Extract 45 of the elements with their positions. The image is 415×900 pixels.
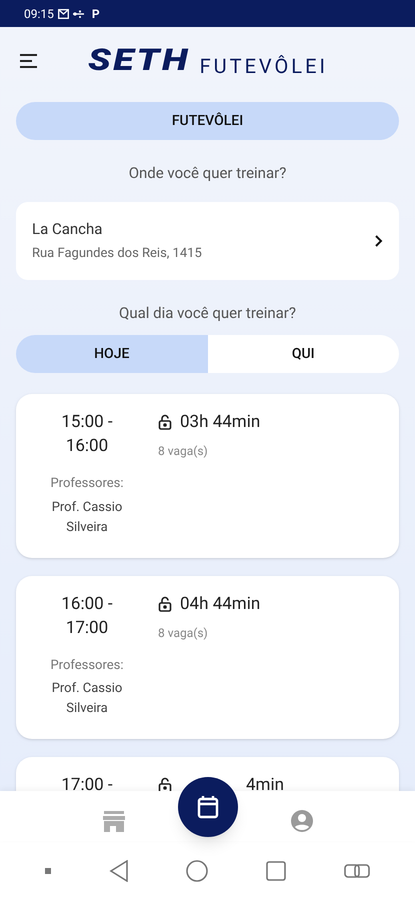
time-range: 16:00 - 17:00 <box>60 592 114 640</box>
logo-subtitle: FUTEVÔLEI <box>200 56 328 76</box>
teachers-label: Professores: <box>50 475 124 493</box>
home-icon <box>186 860 208 882</box>
status-time: 09:15 <box>24 6 54 22</box>
location-prompt: Onde você quer treinar? <box>128 163 288 184</box>
location-card[interactable]: La Cancha Rua Fagundes dos Reis, 1415 <box>16 202 399 280</box>
back-icon <box>108 860 129 882</box>
lock-icon <box>158 414 172 430</box>
teacher-name: Prof. Cassio Silveira <box>50 498 124 536</box>
user-icon <box>290 809 314 833</box>
chevron-right-icon <box>375 234 383 246</box>
time-range: 15:00 - 16:00 <box>60 411 114 458</box>
status-app-letter: P <box>92 6 100 22</box>
location-name: La Cancha <box>32 218 104 240</box>
mail-icon <box>58 8 69 18</box>
switch-app-icon <box>344 862 370 880</box>
lock-icon <box>158 777 172 791</box>
logo-title: SETH <box>88 46 190 76</box>
lock-icon <box>158 596 172 612</box>
countdown: 03h 44min <box>180 411 260 434</box>
menu-icon <box>20 54 40 68</box>
recents-button[interactable] <box>266 860 286 880</box>
countdown: 4min <box>246 774 284 791</box>
calendar-icon <box>196 795 218 819</box>
switch-app-button[interactable] <box>344 862 370 880</box>
store-icon <box>102 811 126 833</box>
teacher-name: Prof. Cassio Silveira <box>50 680 124 718</box>
back-button[interactable] <box>108 860 129 882</box>
spots-available: 8 vaga(s) <box>158 624 209 642</box>
countdown: 04h 44min <box>180 592 260 616</box>
day-prompt: Qual dia você quer treinar? <box>118 302 297 324</box>
day-tab[interactable]: QUI <box>208 335 399 373</box>
class-card[interactable]: 15:00 - 16:00 Professores: Prof. Cassio Silveira 03h 44min 8 vaga(s) <box>16 394 399 558</box>
spots-available: 8 vaga(s) <box>158 443 209 460</box>
sport-button[interactable]: FUTEVÔLEI <box>16 102 399 140</box>
time-range: 17:00 - <box>60 774 114 791</box>
class-card[interactable]: 16:00 - 17:00 Professores: Prof. Cassio Silveira 04h 44min 8 vaga(s) <box>16 576 399 739</box>
usb-icon <box>72 10 84 18</box>
class-card[interactable]: 17:00 - 4min <box>16 757 399 791</box>
home-button[interactable] <box>186 860 208 882</box>
teachers-label: Professores: <box>50 656 124 674</box>
day-tab[interactable]: HOJE <box>16 335 208 373</box>
recents-icon <box>266 860 286 880</box>
location-address: Rua Fagundes dos Reis, 1415 <box>32 245 202 263</box>
